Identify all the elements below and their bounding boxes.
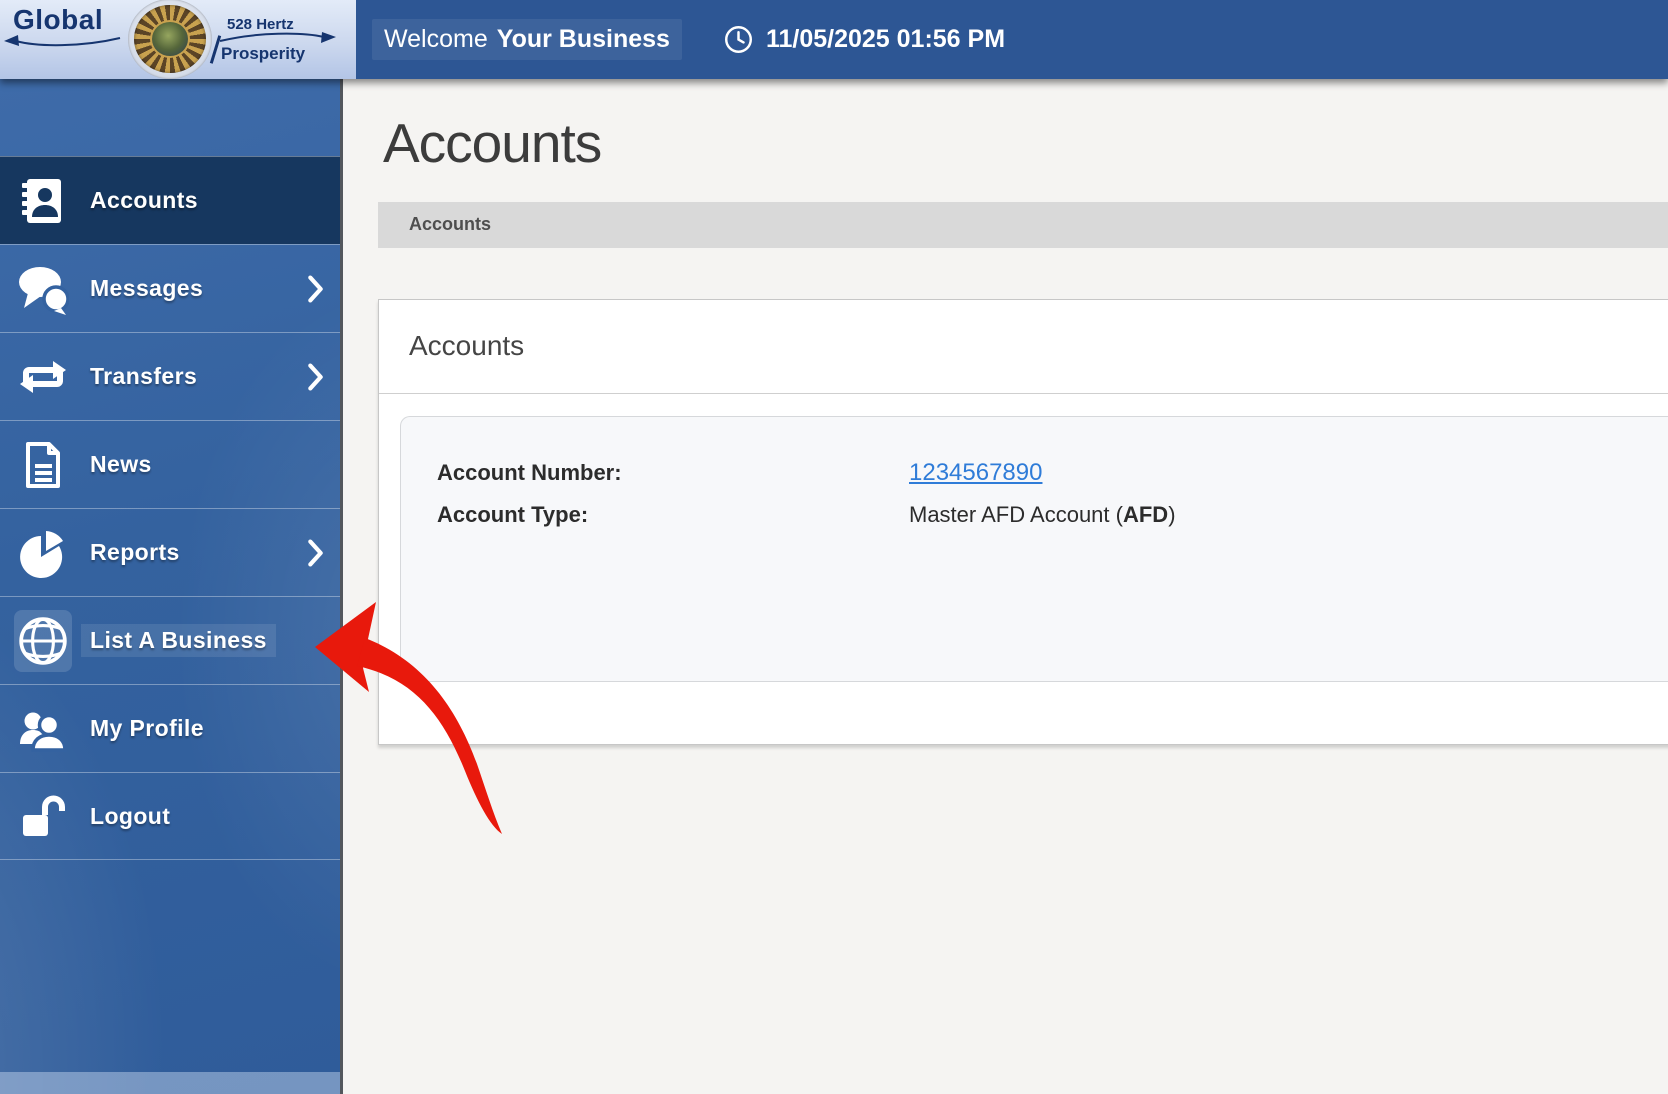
- globe-emblem-icon: [128, 0, 212, 79]
- sidebar-item-label: List A Business: [81, 624, 276, 657]
- sidebar-item-accounts[interactable]: Accounts: [0, 156, 340, 244]
- sidebar: Accounts Messages Transfers News Reports…: [0, 79, 343, 1094]
- logo[interactable]: Global 528 Hertz Prosperity: [0, 0, 356, 79]
- logo-tagline-2: Prosperity: [221, 44, 306, 63]
- sidebar-item-label: My Profile: [90, 715, 204, 741]
- sidebar-item-logout[interactable]: Logout: [0, 772, 340, 860]
- clock-icon: [724, 26, 752, 53]
- chat-bubbles-icon: [14, 258, 72, 320]
- sidebar-item-label: Accounts: [90, 187, 198, 213]
- breadcrumb: Accounts: [378, 201, 1668, 248]
- account-number-link[interactable]: 1234567890: [909, 459, 1042, 487]
- chevron-right-icon: [308, 363, 323, 390]
- account-type-value: Master AFD Account (AFD): [909, 501, 1176, 527]
- sidebar-item-transfers[interactable]: Transfers: [0, 332, 340, 420]
- sidebar-item-label: News: [90, 451, 152, 477]
- sidebar-menu: Accounts Messages Transfers News Reports…: [0, 156, 340, 860]
- pie-chart-icon: [14, 522, 72, 584]
- sidebar-item-label: Transfers: [90, 363, 198, 389]
- business-name: Your Business: [496, 25, 670, 53]
- sidebar-item-reports[interactable]: Reports: [0, 508, 340, 596]
- page-title: Accounts: [383, 112, 602, 174]
- document-icon: [14, 434, 72, 496]
- account-type-label: Account Type:: [437, 501, 589, 527]
- sidebar-item-label: Logout: [90, 802, 171, 829]
- address-book-icon: [14, 170, 72, 232]
- account-number-row: Account Number: 1234567890: [437, 459, 1668, 487]
- sidebar-item-label: Reports: [90, 539, 180, 565]
- sidebar-item-news[interactable]: News: [0, 420, 340, 508]
- header-datetime: 11/05/2025 01:56 PM: [724, 25, 1005, 54]
- panel-body: Account Number: 1234567890 Account Type:…: [379, 394, 1668, 744]
- accounts-panel: Accounts Account Number: 1234567890 Acco…: [378, 298, 1668, 745]
- sidebar-item-label: Messages: [90, 275, 204, 301]
- app-header: Global 528 Hertz Prosperity Welcome Your…: [0, 0, 1668, 79]
- logo-wordmark: Global: [13, 4, 104, 35]
- chevron-right-icon: [308, 539, 323, 566]
- welcome-message: Welcome Your Business: [372, 19, 682, 60]
- open-padlock-icon: [14, 785, 72, 847]
- globe-icon: [14, 609, 72, 672]
- breadcrumb-item: Accounts: [409, 214, 492, 235]
- logo-swoosh-left-icon: [4, 35, 121, 47]
- sidebar-item-list-a-business[interactable]: List A Business: [0, 596, 340, 684]
- account-card: Account Number: 1234567890 Account Type:…: [400, 415, 1668, 682]
- chevron-right-icon: [308, 275, 323, 302]
- transfer-arrows-icon: [14, 346, 72, 408]
- welcome-label: Welcome: [384, 25, 488, 53]
- account-number-label: Account Number:: [437, 459, 622, 485]
- sidebar-item-messages[interactable]: Messages: [0, 244, 340, 332]
- logo-swoosh-right-icon: [219, 32, 336, 43]
- users-icon: [14, 698, 72, 760]
- main-content: Accounts Accounts Accounts Account Numbe…: [343, 79, 1668, 1094]
- account-type-row: Account Type: Master AFD Account (AFD): [437, 502, 1668, 528]
- datetime-text: 11/05/2025 01:56 PM: [765, 25, 1006, 53]
- panel-title: Accounts: [379, 300, 1668, 394]
- sidebar-item-my-profile[interactable]: My Profile: [0, 684, 340, 772]
